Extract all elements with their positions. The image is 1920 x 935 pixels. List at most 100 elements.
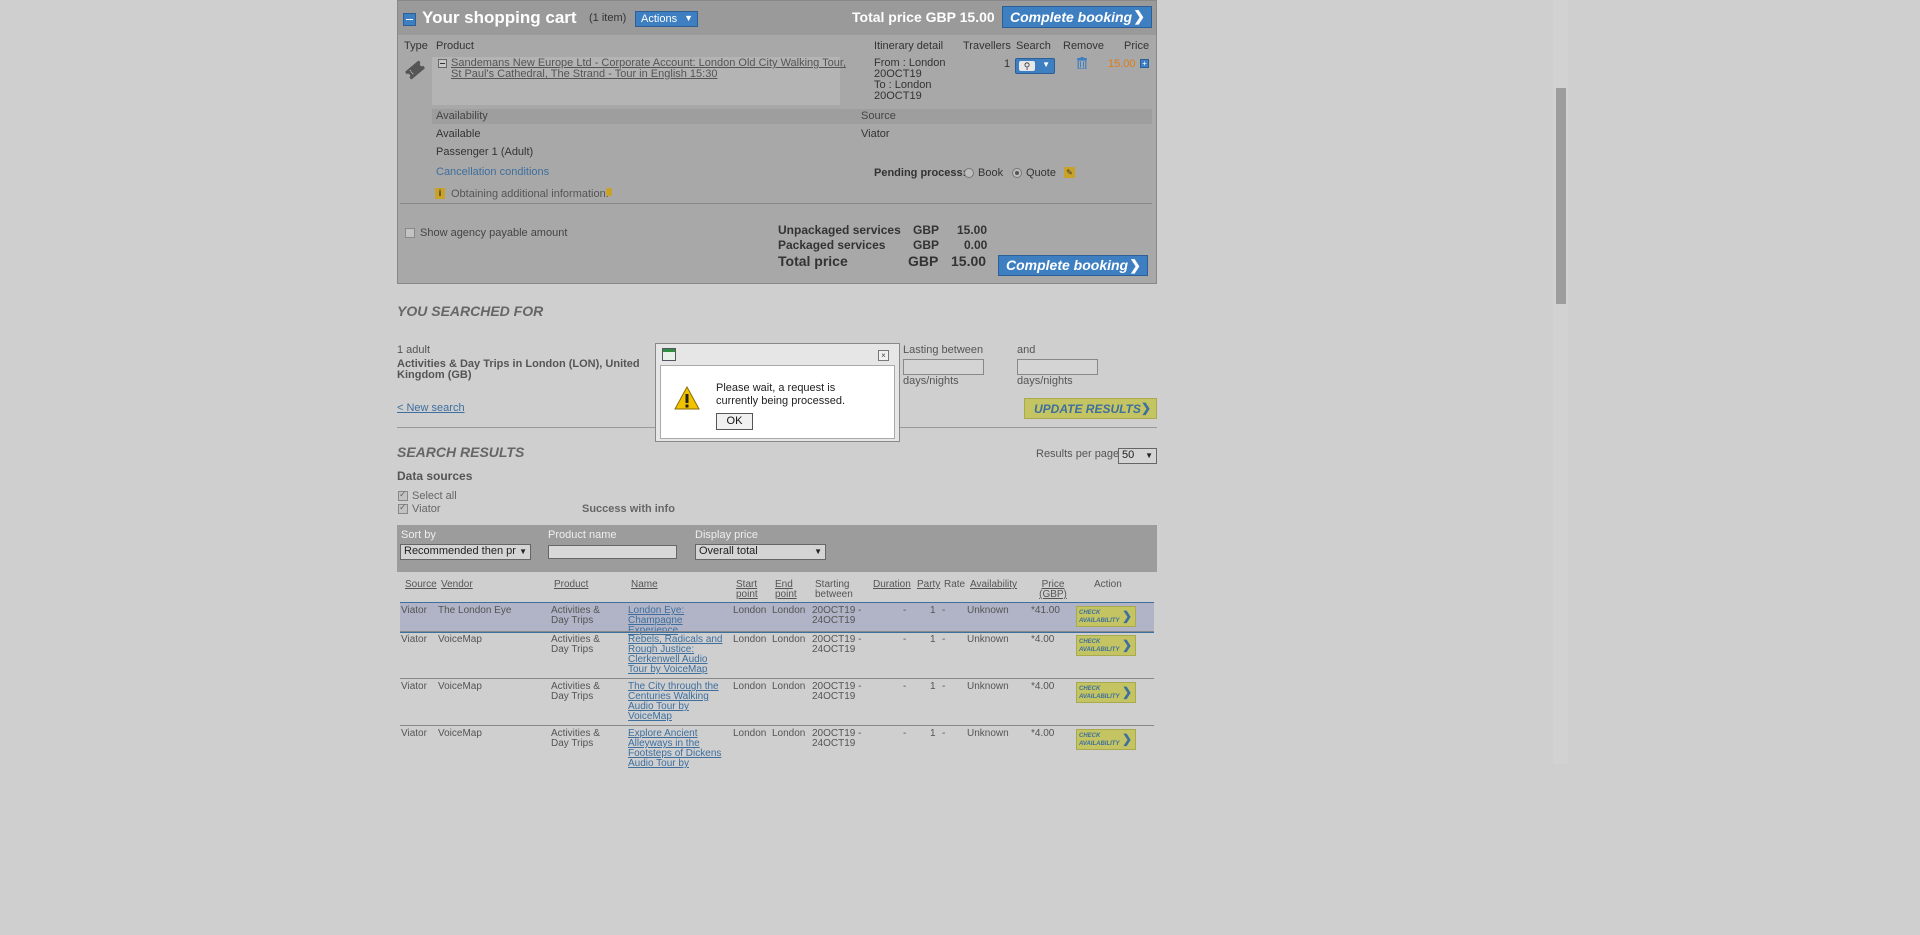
cell-starting: 20OCT19 - 24OCT19 bbox=[812, 681, 862, 702]
unpackaged-label: Unpackaged services bbox=[778, 223, 901, 237]
cell-vendor: VoiceMap bbox=[438, 728, 482, 739]
sort-by-value: Recommended then pr bbox=[404, 545, 516, 557]
col-remove: Remove bbox=[1063, 40, 1104, 52]
select-all-checkbox[interactable] bbox=[398, 489, 408, 501]
cell-vendor: VoiceMap bbox=[438, 634, 482, 645]
page-scrollbar[interactable] bbox=[1553, 0, 1568, 764]
col-party[interactable]: Party bbox=[917, 580, 940, 590]
complete-booking-label: Complete booking bbox=[1006, 257, 1129, 273]
unpackaged-currency: GBP bbox=[913, 223, 940, 237]
cell-rate: - bbox=[942, 728, 946, 739]
cell-duration: - bbox=[903, 605, 907, 616]
check-availability-button[interactable]: CHECK AVAILABILITY ❯ bbox=[1076, 729, 1136, 750]
complete-booking-button-bottom[interactable]: Complete booking ❯ bbox=[998, 255, 1148, 276]
col-product[interactable]: Product bbox=[554, 580, 588, 590]
cell-name[interactable]: The City through the Centuries Walking A… bbox=[628, 682, 728, 722]
cart-title: Your shopping cart bbox=[422, 8, 577, 27]
expand-price-icon[interactable]: + bbox=[1140, 59, 1149, 68]
col-start-point[interactable]: Start point bbox=[736, 580, 764, 600]
check-availability-button[interactable]: CHECK AVAILABILITY ❯ bbox=[1076, 606, 1136, 627]
col-vendor[interactable]: Vendor bbox=[441, 580, 473, 590]
chevron-right-icon: ❯ bbox=[1133, 8, 1145, 24]
col-action: Action bbox=[1094, 579, 1122, 590]
complete-booking-button-top[interactable]: Complete booking ❯ bbox=[1002, 6, 1152, 28]
results-per-page-value: 50 bbox=[1122, 449, 1135, 461]
itinerary-to: To : London 20OCT19 bbox=[874, 79, 932, 102]
collapse-cart-button[interactable] bbox=[403, 13, 416, 26]
close-icon[interactable]: × bbox=[878, 350, 889, 361]
table-row[interactable]: Viator The London Eye Activities & Day Tri… bbox=[400, 602, 1154, 636]
table-row[interactable]: Viator VoiceMap Activities & Day Trips The … bbox=[400, 679, 1154, 724]
cell-product: Activities & Day Trips bbox=[551, 681, 600, 702]
item-search-button[interactable]: ⚲ ▼ bbox=[1015, 58, 1055, 74]
trash-icon[interactable] bbox=[1077, 57, 1087, 69]
cell-product: Activities & Day Trips bbox=[551, 634, 600, 655]
update-results-button[interactable]: UPDATE RESULTS ❯ bbox=[1024, 398, 1157, 419]
cell-availability: Unknown bbox=[967, 605, 1009, 616]
viator-checkbox[interactable] bbox=[398, 502, 408, 514]
col-price[interactable]: Price (GBP) bbox=[1037, 580, 1069, 600]
lasting-min-input[interactable] bbox=[903, 359, 984, 375]
results-per-page-select[interactable]: 50 ▼ bbox=[1118, 448, 1157, 464]
actions-dropdown[interactable]: Actions ▼ bbox=[635, 11, 698, 27]
check-availability-button[interactable]: CHECK AVAILABILITY ❯ bbox=[1076, 635, 1136, 656]
row-divider bbox=[400, 678, 1154, 679]
col-name[interactable]: Name bbox=[631, 580, 658, 590]
book-radio[interactable] bbox=[964, 168, 974, 178]
table-row[interactable]: Viator VoiceMap Activities & Day Trips Rebe… bbox=[400, 632, 1154, 677]
new-search-link[interactable]: < New search bbox=[397, 402, 465, 414]
check-availability-button[interactable]: CHECK AVAILABILITY ❯ bbox=[1076, 682, 1136, 703]
chevron-right-icon: ❯ bbox=[1121, 609, 1132, 623]
availability-value: Available bbox=[436, 128, 481, 140]
cell-end: London bbox=[772, 605, 806, 616]
cell-name[interactable]: Explore Ancient Alleyways in the Footste… bbox=[628, 729, 728, 769]
cart-header: Your shopping cart (1 item) Actions ▼ To… bbox=[398, 1, 1156, 35]
col-search: Search bbox=[1016, 40, 1051, 52]
summary-total-value: 15.00 bbox=[951, 253, 987, 269]
lasting-max-input[interactable] bbox=[1017, 359, 1098, 375]
check-availability-label: CHECK AVAILABILITY bbox=[1079, 639, 1120, 653]
col-duration[interactable]: Duration bbox=[873, 580, 911, 590]
destination-text: Activities & Day Trips in London (LON), … bbox=[397, 358, 640, 381]
cell-vendor: VoiceMap bbox=[438, 681, 482, 692]
col-rate: Rate bbox=[944, 579, 966, 590]
cell-party: 1 bbox=[930, 605, 936, 616]
ok-button[interactable]: OK bbox=[716, 413, 753, 430]
chevron-right-icon: ❯ bbox=[1121, 638, 1132, 652]
product-name-input[interactable] bbox=[548, 545, 677, 559]
show-agency-checkbox[interactable] bbox=[405, 228, 415, 238]
source-value: Viator bbox=[861, 128, 890, 140]
cell-end: London bbox=[772, 634, 806, 645]
scrollbar-thumb[interactable] bbox=[1556, 88, 1566, 304]
product-link[interactable]: Sandemans New Europe Ltd - Corporate Acc… bbox=[451, 58, 846, 80]
book-label: Book bbox=[978, 167, 1004, 179]
display-price-value: Overall total bbox=[699, 545, 758, 557]
col-travellers: Travellers bbox=[963, 40, 1011, 52]
table-row[interactable]: Viator VoiceMap Activities & Day Trips Expl… bbox=[400, 726, 1154, 771]
cell-product: Activities & Day Trips bbox=[551, 605, 600, 626]
cell-source: Viator bbox=[401, 728, 427, 739]
checklist-icon[interactable]: ✎ bbox=[1064, 167, 1075, 178]
cell-product: Activities & Day Trips bbox=[551, 728, 600, 749]
check-availability-label: CHECK AVAILABILITY bbox=[1079, 733, 1120, 747]
col-source[interactable]: Source bbox=[405, 580, 437, 590]
cell-duration: - bbox=[903, 728, 907, 739]
display-price-select[interactable]: Overall total ▼ bbox=[695, 544, 826, 560]
item-price: 15.00 bbox=[1108, 58, 1136, 70]
col-availability[interactable]: Availability bbox=[970, 580, 1017, 590]
chevron-right-icon: ❯ bbox=[1129, 257, 1141, 273]
shopping-cart: Your shopping cart (1 item) Actions ▼ To… bbox=[397, 0, 1157, 284]
viator-source-label: Viator bbox=[412, 503, 441, 515]
chevron-right-icon: ❯ bbox=[1121, 732, 1132, 746]
collapse-item-icon[interactable] bbox=[438, 59, 447, 68]
sort-by-select[interactable]: Recommended then pr ▼ bbox=[400, 544, 531, 560]
cell-name[interactable]: Rebels, Radicals and Rough Justice: Cler… bbox=[628, 635, 728, 675]
warning-icon bbox=[674, 386, 700, 410]
quote-radio[interactable] bbox=[1012, 168, 1022, 178]
col-end-point[interactable]: End point bbox=[775, 580, 803, 600]
cell-vendor: The London Eye bbox=[438, 605, 512, 616]
cell-availability: Unknown bbox=[967, 634, 1009, 645]
cell-end: London bbox=[772, 728, 806, 739]
cancellation-conditions-link[interactable]: Cancellation conditions bbox=[436, 166, 549, 178]
packaged-currency: GBP bbox=[913, 238, 940, 252]
